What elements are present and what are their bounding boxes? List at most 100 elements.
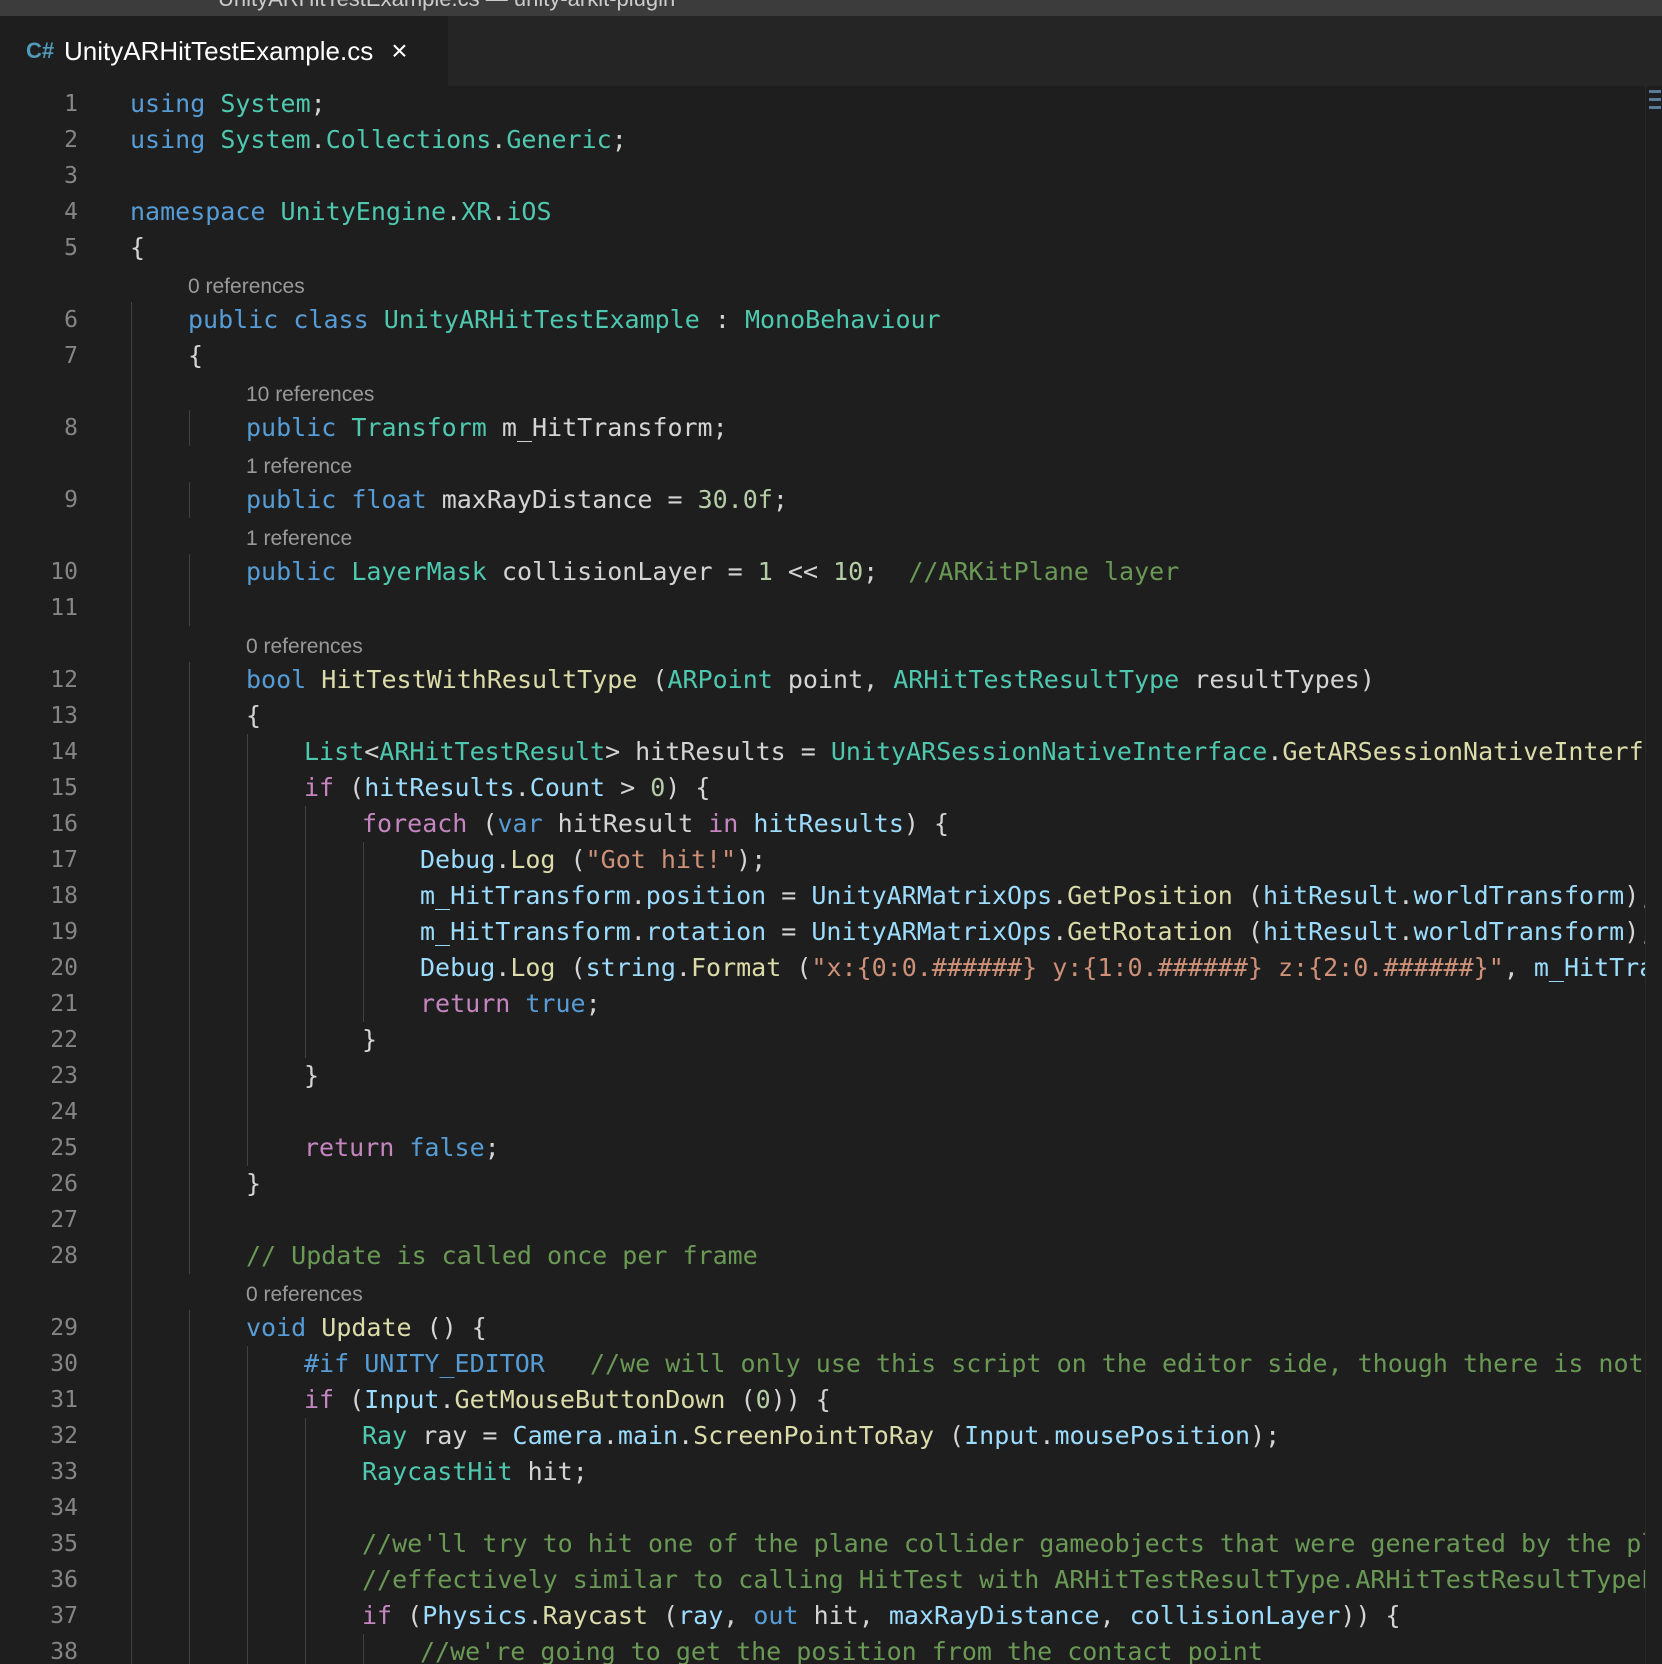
code-token: LayerMask — [351, 557, 487, 586]
code-token: GetRotation — [1067, 917, 1233, 946]
code-token: using — [130, 125, 206, 154]
code-line: 37 if (Physics.Raycast (ray, out hit, max… — [0, 1598, 1646, 1634]
code-token: if — [304, 773, 335, 802]
code-token: m_HitTransform; — [486, 413, 728, 442]
code-token: } — [246, 1169, 262, 1198]
code-token: m_HitTransform — [420, 917, 631, 946]
line-number: 21 — [50, 991, 78, 1017]
code-token: } — [362, 1025, 378, 1054]
code-token: ); — [736, 845, 767, 874]
line-number: 38 — [50, 1639, 78, 1664]
code-token: { — [130, 233, 146, 262]
code-token: position — [645, 881, 767, 910]
code-token: . — [675, 953, 691, 982]
line-number: 27 — [50, 1207, 78, 1233]
code-token: } — [304, 1061, 320, 1090]
indent-guide — [189, 482, 190, 518]
code-line: 8 public Transform m_HitTransform; — [0, 410, 1646, 446]
editor-scrollbar[interactable] — [1645, 86, 1662, 1664]
indent-guide — [247, 1598, 248, 1634]
code-text: //we're going to get the position from t… — [420, 1634, 1263, 1664]
line-number: 18 — [50, 883, 78, 909]
code-token: hit; — [512, 1457, 588, 1486]
code-line: 21 return true; — [0, 986, 1646, 1022]
line-number: 23 — [50, 1063, 78, 1089]
indent-guide — [305, 986, 306, 1022]
line-number: 9 — [64, 487, 78, 513]
code-token: Log — [510, 845, 556, 874]
code-token: ( — [555, 953, 586, 982]
code-line: 24 — [0, 1094, 1646, 1130]
codelens-references[interactable]: 0 references — [246, 632, 363, 662]
line-number: 3 — [64, 163, 78, 189]
code-token: collisionLayer = — [486, 557, 758, 586]
code-token: float — [351, 485, 427, 514]
code-editor[interactable]: 1 using System; 2 using System.Collections.… — [0, 86, 1646, 1664]
code-line: 20 Debug.Log (string.Format ("x:{0:0.####… — [0, 950, 1646, 986]
code-text: Ray ray = Camera.main.ScreenPointToRay (… — [362, 1418, 1280, 1454]
window-title: UnityARHitTestExample.cs — unity-arkit-p… — [218, 0, 675, 12]
code-token: . — [1039, 1421, 1055, 1450]
code-token: UnityARMatrixOps — [811, 881, 1053, 910]
code-token: . — [495, 845, 511, 874]
indent-guide — [189, 1022, 190, 1058]
code-text: return true; — [420, 986, 601, 1022]
code-token: if — [362, 1601, 393, 1630]
codelens-references[interactable]: 0 references — [188, 272, 305, 302]
indent-guide — [247, 1526, 248, 1562]
indent-guide — [189, 590, 190, 626]
indent-guide — [131, 1346, 132, 1382]
minimap-marker — [1649, 106, 1661, 109]
code-token: m_HitTransform — [420, 881, 631, 910]
code-text: { — [188, 338, 203, 374]
line-number: 15 — [50, 775, 78, 801]
code-token: UnityARHitTestExample — [383, 305, 700, 334]
code-text: foreach (var hitResult in hitResults) { — [362, 806, 949, 842]
code-token: ray = — [407, 1421, 513, 1450]
indent-guide — [131, 1094, 132, 1130]
indent-guide — [247, 842, 248, 878]
code-token: ; — [772, 485, 788, 514]
code-text: bool HitTestWithResultType (ARPoint poin… — [246, 662, 1375, 698]
tab-unityarhittestexample[interactable]: C# UnityARHitTestExample.cs × — [0, 16, 448, 86]
codelens-references[interactable]: 1 reference — [246, 452, 352, 482]
code-token: . — [1052, 917, 1068, 946]
indent-guide — [305, 842, 306, 878]
code-token: ( — [334, 773, 365, 802]
code-token: //we're going to get the position from t… — [420, 1637, 1263, 1664]
code-token: "x:{0:0.######} y:{1:0.######} z:{2:0.##… — [811, 953, 1504, 982]
indent-guide — [305, 950, 306, 986]
indent-guide — [305, 806, 306, 842]
code-token: if — [304, 1385, 335, 1414]
indent-guide — [131, 1166, 132, 1202]
code-token: ) { — [665, 773, 711, 802]
line-number: 5 — [64, 235, 78, 261]
line-number: 10 — [50, 559, 78, 585]
line-number: 20 — [50, 955, 78, 981]
indent-guide — [247, 1634, 248, 1664]
code-token: out — [753, 1601, 799, 1630]
indent-guide — [189, 1382, 190, 1418]
codelens-references[interactable]: 10 references — [246, 380, 374, 410]
indent-guide — [247, 734, 248, 770]
code-token: hitResults — [753, 809, 904, 838]
code-token: UnityARSessionNativeInterface — [830, 737, 1268, 766]
code-text: public Transform m_HitTransform; — [246, 410, 728, 446]
indent-guide — [247, 1058, 248, 1094]
code-token: ScreenPointToRay — [693, 1421, 934, 1450]
code-text: public float maxRayDistance = 30.0f; — [246, 482, 788, 518]
indent-guide — [363, 842, 364, 878]
codelens-references[interactable]: 0 references — [246, 1280, 363, 1310]
code-token: //we will only use this script on the ed… — [590, 1349, 1646, 1378]
codelens-references[interactable]: 1 reference — [246, 524, 352, 554]
indent-guide — [247, 986, 248, 1022]
indent-guide — [189, 950, 190, 986]
code-token: public — [246, 557, 337, 586]
code-token: ; — [863, 557, 909, 586]
close-icon[interactable]: × — [391, 37, 407, 65]
indent-guide — [131, 1382, 132, 1418]
minimap-marker — [1649, 90, 1661, 93]
